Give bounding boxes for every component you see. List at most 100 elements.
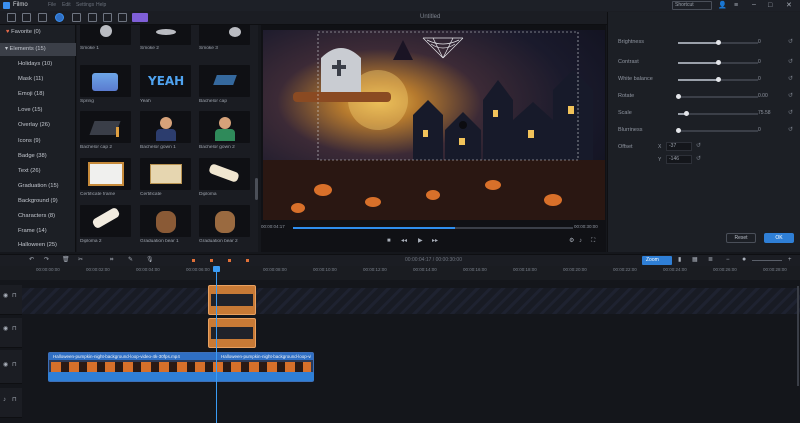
sidebar-item-mask[interactable]: Mask (11) (0, 73, 76, 86)
minimize-icon[interactable]: – (752, 1, 756, 8)
menu-settings[interactable]: Settings (76, 2, 94, 8)
undo-icon[interactable]: ↶ (29, 257, 34, 264)
asset-thumb-bachelor-cap[interactable] (199, 65, 250, 97)
lock-icon[interactable]: ⊓ (12, 362, 17, 369)
asset-thumb-diploma-2[interactable] (80, 205, 131, 237)
zoom-indicator-icon[interactable]: ● (742, 256, 746, 263)
blurriness-value[interactable]: 0 (758, 127, 761, 133)
previous-frame-icon[interactable]: ◂◂ (401, 238, 407, 245)
offset-y-input[interactable]: -146 (666, 155, 692, 164)
sidebar-item-frame[interactable]: Frame (14) (0, 225, 76, 238)
menu-edit[interactable]: Edit (62, 2, 71, 8)
sidebar-item-characters[interactable]: Characters (8) (0, 210, 76, 223)
sidebar-item-holidays[interactable]: Holidays (10) (0, 58, 76, 71)
eye-icon[interactable]: ◉ (3, 293, 8, 300)
timeline-ruler[interactable]: 00:00:00:00 00:00:02:00 00:00:04:00 00:0… (0, 266, 800, 280)
zoom-in-icon[interactable]: + (788, 257, 792, 264)
reset-blurriness-icon[interactable]: ↺ (788, 126, 793, 133)
menu-file[interactable]: File (48, 2, 56, 8)
asset-thumb-yeah[interactable]: YEAH (140, 65, 191, 97)
timeline-vscroll[interactable] (797, 286, 799, 386)
menu-help[interactable]: Help (96, 2, 106, 8)
reset-white-balance-icon[interactable]: ↺ (788, 75, 793, 82)
scale-slider[interactable] (678, 111, 758, 116)
sidebar-item-halloween[interactable]: Halloween (25) (0, 239, 76, 252)
record-audio-icon[interactable]: 🎙 (146, 257, 154, 264)
reset-scale-icon[interactable]: ↺ (788, 109, 793, 116)
shortcut-button[interactable]: Shortcut (672, 1, 712, 10)
blurriness-slider[interactable] (676, 128, 758, 133)
playback-progress-track[interactable] (293, 227, 573, 229)
menu-icon[interactable]: ≡ (734, 2, 738, 9)
contrast-value[interactable]: 0 (758, 59, 761, 65)
sidebar-item-text[interactable]: Text (26) (0, 165, 76, 178)
marker-1-icon[interactable] (192, 259, 195, 262)
asset-thumb-diploma[interactable] (199, 158, 250, 190)
asset-thumb-spring[interactable] (80, 65, 131, 97)
slider-knob[interactable] (684, 111, 689, 116)
asset-thumb-bachelor-gown-2[interactable] (199, 111, 250, 143)
media-tab-icon[interactable] (7, 13, 16, 22)
reset-offset-x-icon[interactable]: ↺ (696, 142, 701, 149)
sidebar-item-favorite[interactable]: ♥ Favorite (0) (0, 26, 76, 39)
delete-icon[interactable]: 🗑 (62, 257, 70, 264)
stop-icon[interactable]: ■ (387, 238, 391, 245)
playhead-handle[interactable] (213, 266, 220, 272)
asset-thumb-bachelor-cap-2[interactable] (80, 111, 131, 143)
volume-icon[interactable]: ♪ (579, 238, 582, 245)
next-frame-icon[interactable]: ▸▸ (432, 238, 438, 245)
slider-knob[interactable] (676, 128, 681, 133)
asset-thumb-certificate-frame[interactable] (80, 158, 131, 190)
reset-offset-y-icon[interactable]: ↺ (696, 155, 701, 162)
asset-scrollbar[interactable] (255, 178, 258, 200)
fit-icon[interactable]: ▮ (678, 257, 681, 264)
split-icon[interactable]: ✂ (78, 257, 83, 264)
eye-icon[interactable]: ◉ (3, 326, 8, 333)
reset-button[interactable]: Reset (726, 233, 756, 243)
reset-brightness-icon[interactable]: ↺ (788, 38, 793, 45)
sidebar-item-graduation[interactable]: Graduation (15) (0, 180, 76, 193)
maximize-icon[interactable]: □ (768, 2, 772, 9)
slider-knob[interactable] (676, 94, 681, 99)
redo-icon[interactable]: ↷ (44, 257, 49, 264)
transitions-tab-icon[interactable] (72, 13, 81, 22)
asset-thumb-graduation-bear-1[interactable] (140, 205, 191, 237)
recording-tab-icon[interactable] (132, 13, 148, 22)
sidebar-item-icons[interactable]: Icons (9) (0, 135, 76, 148)
asset-thumb-graduation-bear-2[interactable] (199, 205, 250, 237)
slider-knob[interactable] (716, 77, 721, 82)
play-icon[interactable]: ▶ (418, 238, 423, 245)
zoom-button[interactable]: Zoom (642, 256, 672, 265)
marker-3-icon[interactable] (228, 259, 231, 262)
white-balance-slider[interactable] (678, 77, 758, 82)
audio-tab-icon[interactable] (38, 13, 47, 22)
close-icon[interactable]: ✕ (786, 2, 792, 9)
zoom-slider[interactable] (752, 260, 782, 261)
sidebar-item-emoji[interactable]: Emoji (18) (0, 88, 76, 101)
zoom-out-icon[interactable]: − (726, 257, 730, 264)
scale-value[interactable]: 75.58 (758, 110, 771, 116)
stickers-tab-icon[interactable] (103, 13, 112, 22)
asset-thumb-bachelor-gown-1[interactable] (140, 111, 191, 143)
snap-icon[interactable]: ▦ (692, 257, 698, 264)
speaker-icon[interactable]: ♪ (3, 397, 6, 404)
offset-x-input[interactable]: -37 (666, 142, 692, 151)
marker-4-icon[interactable] (246, 259, 249, 262)
fullscreen-icon[interactable]: ⛶ (591, 238, 595, 245)
asset-thumb-smoke-3[interactable] (199, 25, 250, 45)
asset-thumb-smoke-2[interactable] (140, 25, 191, 45)
marker-2-icon[interactable] (210, 259, 213, 262)
snapshot-icon[interactable]: ⚙ (569, 238, 574, 245)
sidebar-item-overlay[interactable]: Overlay (26) (0, 119, 76, 132)
reset-rotate-icon[interactable]: ↺ (788, 92, 793, 99)
slider-knob[interactable] (716, 40, 721, 45)
templates-tab-icon[interactable] (118, 13, 127, 22)
lock-icon[interactable]: ⊓ (12, 397, 17, 404)
track-lane-1[interactable] (22, 288, 800, 314)
sidebar-item-background[interactable]: Background (9) (0, 195, 76, 208)
sidebar-item-elements[interactable]: ▾ Elements (15) (0, 43, 76, 56)
reset-contrast-icon[interactable]: ↺ (788, 58, 793, 65)
lock-icon[interactable]: ⊓ (12, 293, 17, 300)
text-tab-icon[interactable] (22, 13, 31, 22)
asset-thumb-smoke-1[interactable] (80, 25, 131, 45)
